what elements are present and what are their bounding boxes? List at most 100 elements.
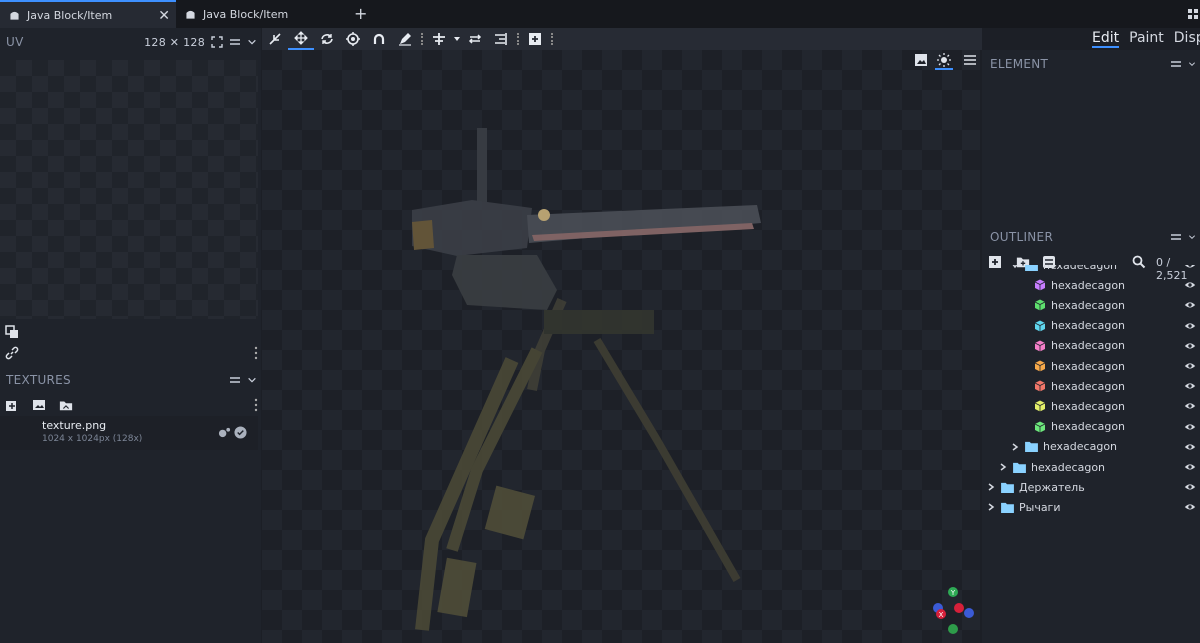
axis-gizmo[interactable]: Y X — [928, 584, 978, 634]
eye-icon[interactable] — [1184, 380, 1196, 392]
eye-icon[interactable] — [1184, 265, 1196, 271]
texture-meta: 1024 x 1024px (128x) — [42, 434, 143, 444]
chevron-down-icon[interactable] — [247, 37, 257, 47]
vertex-snap-icon — [269, 33, 281, 45]
outliner-group-row[interactable]: Держатель — [986, 477, 1200, 497]
mode-edit[interactable]: Edit — [1092, 30, 1120, 48]
outliner-cube-row[interactable]: hexadecagon — [1022, 417, 1200, 437]
resize-tool[interactable] — [366, 28, 392, 50]
fullscreen-icon[interactable] — [211, 36, 223, 48]
link-icon[interactable] — [4, 345, 20, 361]
folder-icon — [1013, 462, 1026, 473]
pivot-tool[interactable] — [340, 28, 366, 50]
menu-icon[interactable] — [1170, 58, 1182, 70]
chevron-down-icon[interactable] — [1188, 232, 1196, 242]
magnet-icon — [373, 33, 385, 44]
chevron-right-icon[interactable] — [986, 502, 996, 512]
chevron-down-icon[interactable] — [1010, 265, 1020, 270]
copy-icon[interactable] — [4, 324, 20, 340]
swap-icon — [468, 34, 482, 44]
chevron-right-icon[interactable] — [1010, 442, 1020, 452]
cube-icon — [1034, 421, 1046, 433]
pen-icon — [399, 33, 411, 46]
uv-size[interactable]: 128 ✕ 128 — [144, 36, 205, 49]
eye-icon[interactable] — [1184, 421, 1196, 433]
3d-viewport[interactable]: Y X — [262, 50, 980, 643]
chevron-down-icon[interactable] — [247, 375, 257, 385]
element-panel-header: ELEMENT — [982, 50, 1200, 78]
chevron-right-icon[interactable] — [986, 482, 996, 492]
import-texture-icon[interactable] — [4, 397, 20, 413]
eye-icon[interactable] — [1184, 340, 1196, 352]
more-vertical-icon[interactable] — [252, 398, 260, 412]
check-circle-icon[interactable] — [234, 426, 247, 439]
move-tool[interactable] — [288, 28, 314, 50]
toolbar-separator — [421, 33, 423, 45]
pivot-icon — [346, 32, 360, 46]
transform-dropdown[interactable] — [452, 28, 462, 50]
rotate-tool[interactable] — [314, 28, 340, 50]
chevron-down-icon[interactable] — [1188, 59, 1196, 69]
outliner-cube-row[interactable]: hexadecagon — [1022, 356, 1200, 376]
textures-panel-header: TEXTURES — [0, 366, 261, 394]
eye-icon[interactable] — [1184, 461, 1196, 473]
add-element-tool[interactable] — [522, 28, 548, 50]
outliner-cube-row[interactable]: hexadecagon — [1022, 275, 1200, 295]
textures-title: TEXTURES — [6, 373, 71, 387]
texture-list-item[interactable]: texture.png 1024 x 1024px (128x) — [0, 416, 258, 450]
transform-space-tool[interactable] — [426, 28, 452, 50]
create-texture-icon[interactable] — [31, 397, 47, 413]
mirror-tool[interactable] — [462, 28, 488, 50]
toolbar-separator — [517, 33, 519, 45]
block-icon — [10, 11, 19, 20]
new-tab-button[interactable]: + — [354, 4, 367, 23]
outliner-cube-row[interactable]: hexadecagon — [1022, 396, 1200, 416]
y-axis-label: Y — [950, 589, 956, 597]
tab-label: Java Block/Item — [27, 8, 113, 22]
outliner-cube-row[interactable]: hexadecagon — [1022, 295, 1200, 315]
texture-name: texture.png — [42, 419, 107, 432]
outliner-group-row[interactable]: hexadecagon — [998, 457, 1200, 477]
eye-icon[interactable] — [1184, 400, 1196, 412]
cube-icon — [1034, 340, 1046, 352]
brush-tool[interactable] — [392, 28, 418, 50]
cube-icon — [1034, 360, 1046, 372]
eye-icon[interactable] — [1184, 299, 1196, 311]
uv-editor-canvas[interactable] — [0, 60, 258, 319]
x-axis-label: X — [939, 611, 944, 619]
chevron-right-icon[interactable] — [998, 462, 1008, 472]
outliner-row-label: hexadecagon — [1043, 265, 1118, 272]
screenshot-icon[interactable] — [914, 53, 928, 67]
menu-icon[interactable] — [229, 36, 241, 48]
menu-icon[interactable] — [963, 53, 977, 67]
mode-display[interactable]: Display — [1174, 30, 1200, 48]
particle-icon[interactable] — [218, 426, 231, 439]
project-tab-1[interactable]: Java Block/Item ✕ — [0, 0, 176, 28]
outliner-group-row[interactable]: hexadecagon — [1010, 437, 1200, 457]
more-vertical-icon[interactable] — [252, 346, 260, 360]
align-tool[interactable] — [488, 28, 514, 50]
grid-menu-icon[interactable] — [1188, 9, 1198, 19]
eye-icon[interactable] — [1184, 441, 1196, 453]
eye-icon[interactable] — [1184, 481, 1196, 493]
outliner-group-row[interactable]: hexadecagon — [1010, 265, 1200, 275]
outliner-group-row[interactable]: Рычаги — [986, 497, 1200, 517]
vertex-snap-tool[interactable] — [262, 28, 288, 50]
project-tab-2[interactable]: Java Block/Item — [176, 0, 346, 28]
mode-paint[interactable]: Paint — [1129, 30, 1164, 48]
outliner-row-label: hexadecagon — [1051, 379, 1126, 393]
eye-icon[interactable] — [1184, 279, 1196, 291]
outliner-cube-row[interactable]: hexadecagon — [1022, 336, 1200, 356]
lighting-icon[interactable] — [935, 52, 953, 70]
outliner-cube-row[interactable]: hexadecagon — [1022, 376, 1200, 396]
model-preview — [412, 128, 761, 631]
texture-folder-icon[interactable] — [57, 397, 75, 413]
outliner-row-label: hexadecagon — [1051, 359, 1126, 373]
close-icon[interactable]: ✕ — [158, 8, 170, 24]
eye-icon[interactable] — [1184, 360, 1196, 372]
eye-icon[interactable] — [1184, 320, 1196, 332]
menu-icon[interactable] — [229, 374, 241, 386]
outliner-cube-row[interactable]: hexadecagon — [1022, 316, 1200, 336]
menu-icon[interactable] — [1170, 231, 1182, 243]
eye-icon[interactable] — [1184, 501, 1196, 513]
